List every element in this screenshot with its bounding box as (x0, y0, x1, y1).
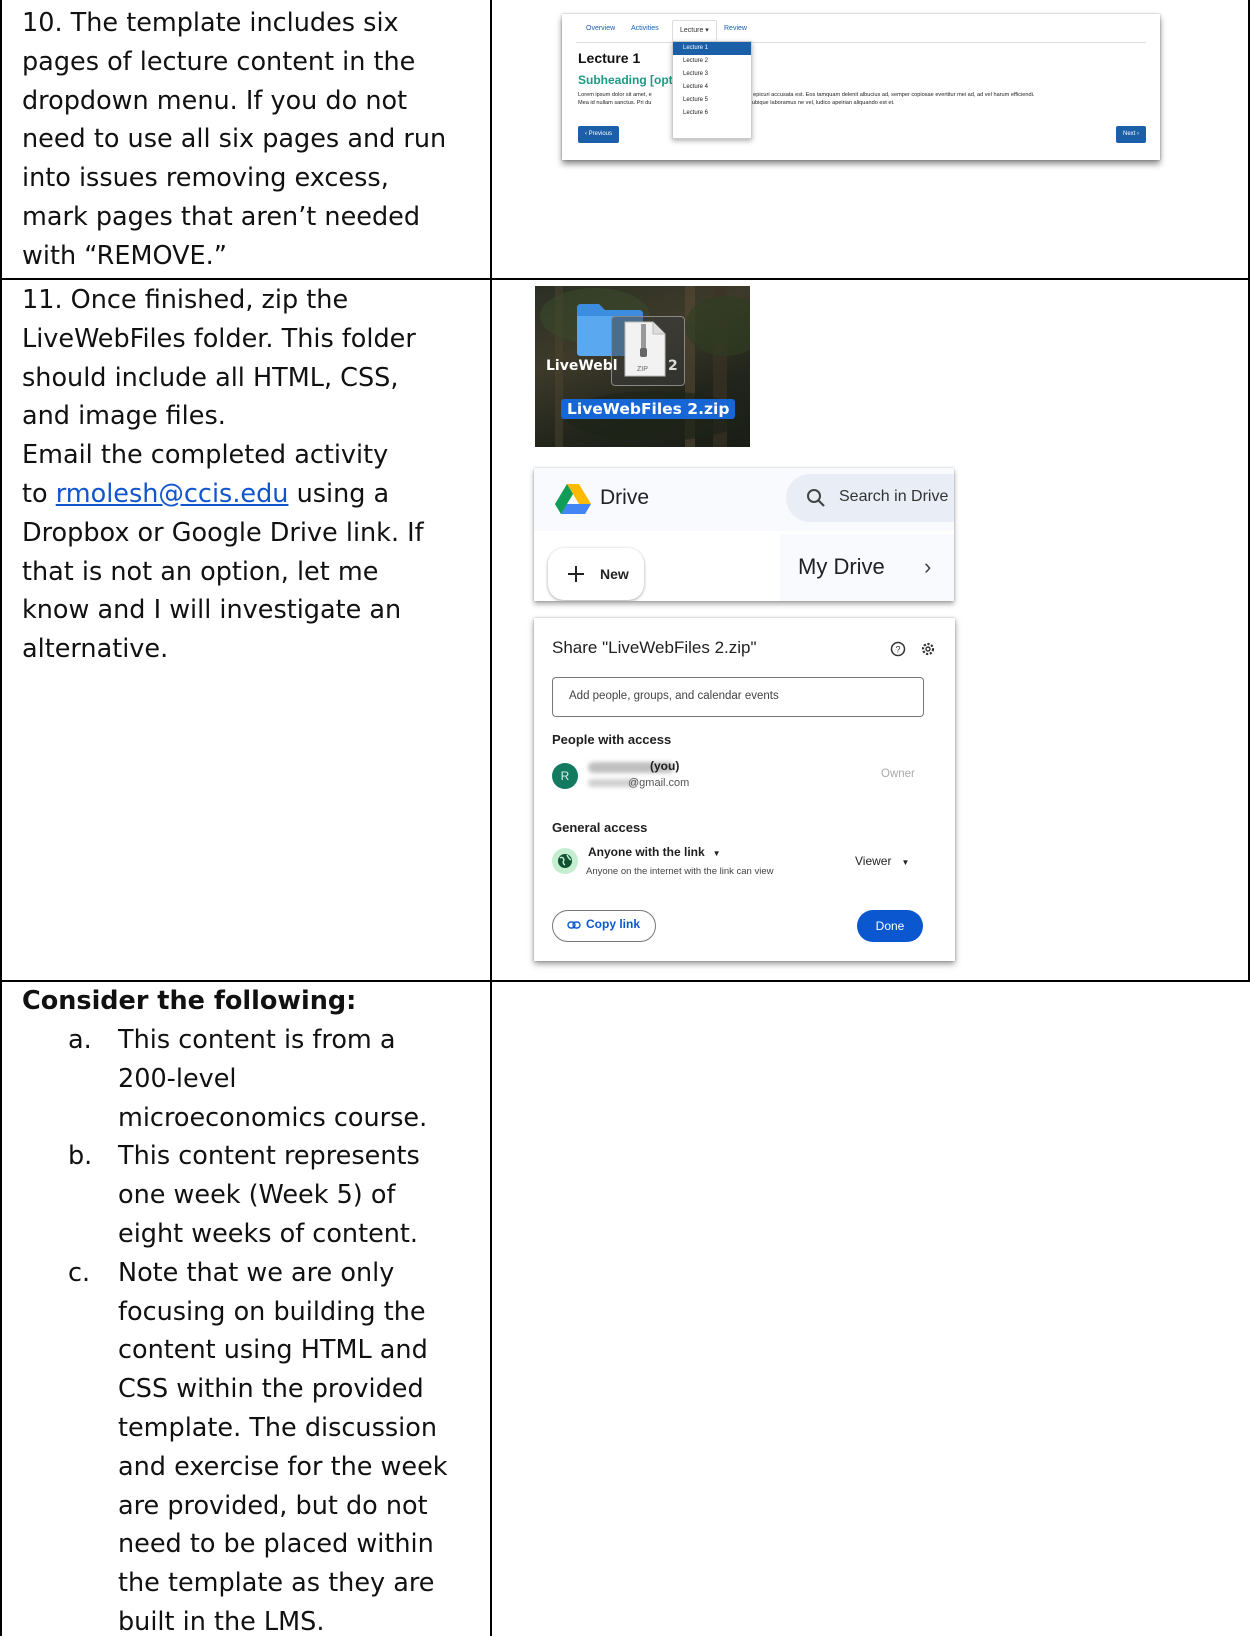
done-button[interactable]: Done (857, 910, 923, 942)
copy-link-label: Copy link (586, 917, 641, 931)
person-you-label: (you) (650, 759, 680, 773)
drive-brand: Drive (600, 486, 650, 509)
add-people-placeholder: Add people, groups, and calendar events (569, 690, 779, 702)
step-10-text: 10. The template includes six pages of l… (22, 4, 446, 276)
text-line: 10. The template includes six (22, 8, 399, 38)
email-link[interactable]: rmolesh@ccis.edu (56, 479, 289, 509)
table-column-divider (490, 0, 492, 1636)
tab-lecture[interactable]: Lecture ▾ (672, 20, 717, 41)
table-border-left (0, 0, 2, 1636)
my-drive-title[interactable]: My Drive (798, 554, 885, 580)
email-line: to rmolesh@ccis.edu using a (22, 478, 390, 509)
tab-overview[interactable]: Overview (586, 25, 615, 32)
svg-text:?: ? (895, 645, 900, 655)
text-line: and image files. (22, 401, 226, 432)
previous-button[interactable]: ‹ Previous (578, 126, 620, 143)
text-line: know and I will investigate an (22, 595, 402, 626)
share-dialog-title: Share "LiveWebFiles 2.zip" (552, 638, 757, 657)
text-line: with “REMOVE.” (22, 240, 227, 271)
menu-item-lecture-1[interactable]: Lecture 1 (673, 42, 751, 55)
list-item: b. This content represents one week (Wee… (22, 1137, 448, 1253)
text-line: Dropbox or Google Drive link. If (22, 517, 424, 548)
zip-file-name[interactable]: LiveWebFiles 2.zip (561, 399, 736, 419)
text-line: that is not an option, let me (22, 556, 379, 587)
lecture-tabs: Overview Activities Lecture ▾ Review (576, 20, 1146, 43)
search-placeholder: Search in Drive (839, 488, 949, 505)
lecture-subheading: Subheading [opt (578, 73, 673, 87)
role-dropdown[interactable]: Viewer ▼ (855, 854, 909, 868)
consider-list: a. This content is from a 200-level micr… (22, 1021, 448, 1642)
lecture-dropdown-menu: Lecture 1 Lecture 2 Lecture 3 Lecture 4 … (672, 41, 752, 139)
menu-item-lecture-5[interactable]: Lecture 5 (673, 94, 751, 107)
plus-icon (568, 566, 584, 582)
lecture-body: Lorem ipsum dolor sit amet, e, ex mollis… (578, 92, 1035, 106)
list-item: a. This content is from a 200-level micr… (22, 1021, 448, 1137)
text-line: mark pages that aren’t needed (22, 201, 421, 232)
share-dialog-screenshot: Share "LiveWebFiles 2.zip" ? Add people,… (534, 618, 955, 961)
avatar: R (552, 763, 578, 789)
text-line: alternative. (22, 634, 169, 665)
table-row-divider (0, 278, 1250, 280)
text-line: into issues removing excess, (22, 163, 389, 194)
menu-item-lecture-2[interactable]: Lecture 2 (673, 55, 751, 68)
globe-icon (552, 848, 578, 874)
tab-activities[interactable]: Activities (631, 25, 659, 32)
link-icon (567, 921, 581, 929)
folder-label: LiveWebl (546, 358, 618, 374)
list-marker: c. (68, 1257, 91, 1288)
text-line: 11. Once finished, zip the (22, 285, 349, 315)
tab-review[interactable]: Review (724, 25, 747, 32)
zip-tag: ZIP (637, 366, 648, 373)
search-icon (807, 489, 825, 507)
owner-label: Owner (881, 768, 915, 780)
lecture-title: Lecture 1 (578, 50, 641, 66)
list-marker: a. (68, 1025, 92, 1055)
menu-item-lecture-3[interactable]: Lecture 3 (673, 68, 751, 81)
menu-item-lecture-6[interactable]: Lecture 6 (673, 107, 751, 120)
text-line: Email the completed activity (22, 440, 389, 471)
new-button-label: New (600, 566, 629, 582)
gear-icon[interactable] (920, 641, 936, 657)
list-item: c. Note that we are only focusing on bui… (22, 1254, 448, 1642)
zip-file-screenshot: ZIP LiveWebl 2 LiveWebFiles 2.zip (535, 286, 750, 447)
help-icon[interactable]: ? (890, 641, 906, 657)
text-line: LiveWebFiles folder. This folder (22, 323, 416, 354)
drive-logo-icon (555, 484, 591, 514)
text-line: should include all HTML, CSS, (22, 362, 399, 393)
lecture-template-screenshot: Overview Activities Lecture ▾ Review Lec… (562, 14, 1160, 160)
new-button[interactable] (548, 548, 644, 600)
access-description: Anyone on the internet with the link can… (586, 866, 774, 877)
person-email: @gmail.com (628, 777, 690, 789)
step-11-text: 11. Once finished, zip the LiveWebFiles … (22, 281, 424, 669)
general-access-heading: General access (552, 820, 648, 835)
text-line: pages of lecture content in the (22, 46, 416, 77)
text-line: dropdown menu. If you do not (22, 85, 408, 116)
access-level-dropdown[interactable]: Anyone with the link ▼ (588, 845, 721, 859)
menu-item-lecture-4[interactable]: Lecture 4 (673, 81, 751, 94)
consider-heading: Consider the following: (22, 986, 357, 1016)
people-with-access-heading: People with access (552, 732, 672, 747)
chevron-right-icon[interactable]: › (924, 554, 931, 580)
next-button[interactable]: Next › (1115, 126, 1146, 143)
folder-label-tail: 2 (668, 358, 678, 374)
list-marker: b. (68, 1141, 93, 1172)
text-line: need to use all six pages and run (22, 124, 447, 155)
google-drive-screenshot: Drive Search in Drive New My Drive › (534, 468, 954, 601)
